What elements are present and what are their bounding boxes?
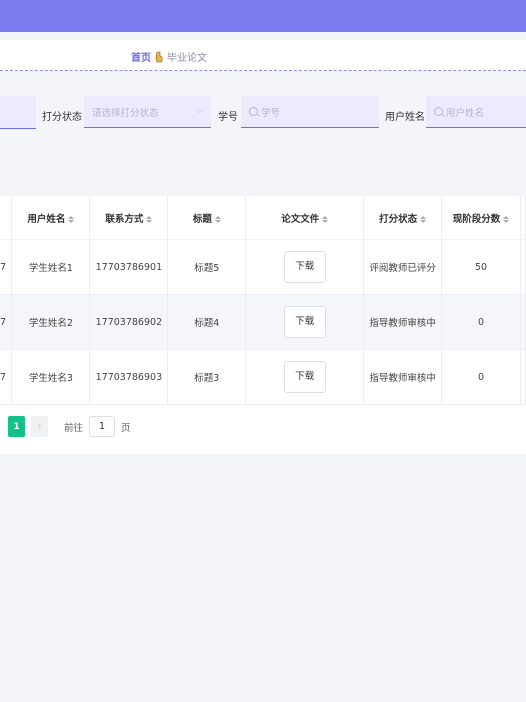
student-no-input[interactable]: 学号 bbox=[241, 96, 379, 128]
score-cell: 0 bbox=[441, 294, 521, 350]
phone-cell: 17703786902 bbox=[89, 294, 169, 350]
student-no-placeholder: 学号 bbox=[261, 107, 281, 119]
row-truncated-end bbox=[520, 239, 526, 295]
chevron-right-icon: › bbox=[37, 421, 42, 432]
breadcrumb-current: 毕业论文 bbox=[167, 53, 207, 64]
row-truncated-cell: 7 bbox=[0, 239, 13, 295]
download-button[interactable]: 下载 bbox=[283, 361, 326, 393]
column-header-truncated bbox=[0, 196, 13, 240]
download-button[interactable]: 下载 bbox=[283, 306, 326, 338]
student-name-cell: 学生姓名3 bbox=[11, 349, 91, 405]
status-filter-label: 打分状态 bbox=[42, 112, 82, 123]
row-truncated-end bbox=[520, 294, 526, 350]
file-cell: 下载 bbox=[245, 349, 365, 405]
title-cell: 标题3 bbox=[167, 349, 247, 405]
chevron-down-icon: ⌵ bbox=[196, 106, 203, 116]
table-row: 7 学生姓名1 17703786901 标题5 下载 评阅教师已评分 50 bbox=[0, 239, 526, 295]
sort-icon[interactable] bbox=[322, 215, 329, 223]
column-header-truncated bbox=[520, 196, 526, 240]
status-cell: 指导教师审核中 bbox=[363, 294, 443, 350]
download-button[interactable]: 下载 bbox=[283, 251, 326, 283]
file-cell: 下载 bbox=[245, 294, 365, 350]
status-cell: 评阅教师已评分 bbox=[363, 239, 443, 295]
sort-icon[interactable] bbox=[146, 215, 153, 223]
column-header[interactable]: 现阶段分数 bbox=[441, 196, 521, 240]
paper-table: 用户姓名 联系方式 标题 论文文件 打分状态 现阶段分数 7 学生姓名1 177… bbox=[0, 196, 526, 405]
username-placeholder: 用户姓名 bbox=[446, 107, 485, 119]
title-cell: 标题4 bbox=[167, 294, 247, 350]
table-header-row: 用户姓名 联系方式 标题 论文文件 打分状态 现阶段分数 bbox=[0, 196, 526, 240]
breadcrumb-home[interactable]: 首页 bbox=[131, 49, 151, 64]
table-row: 7 学生姓名3 17703786903 标题3 下载 指导教师审核中 0 bbox=[0, 349, 526, 405]
table-row: 7 学生姓名2 17703786902 标题4 下载 指导教师审核中 0 bbox=[0, 294, 526, 350]
pagination: 1 › 前往 1 页 bbox=[8, 416, 131, 437]
search-icon bbox=[434, 107, 443, 116]
title-cell: 标题5 bbox=[167, 239, 247, 295]
sort-icon[interactable] bbox=[420, 215, 427, 223]
student-no-label: 学号 bbox=[218, 112, 238, 123]
breadcrumb-bar: 首页 毕业论文 bbox=[0, 40, 526, 71]
row-truncated-cell: 7 bbox=[0, 349, 13, 405]
goto-page-input[interactable]: 1 bbox=[89, 416, 116, 437]
username-input[interactable]: 用户姓名 bbox=[426, 96, 526, 128]
status-cell: 指导教师审核中 bbox=[363, 349, 443, 405]
status-select-placeholder: 请选择打分状态 bbox=[92, 107, 159, 119]
sort-icon[interactable] bbox=[503, 215, 510, 223]
student-name-cell: 学生姓名1 bbox=[11, 239, 91, 295]
top-header-bar bbox=[0, 0, 526, 32]
sort-icon[interactable] bbox=[214, 215, 221, 223]
row-truncated-cell: 7 bbox=[0, 294, 13, 350]
phone-cell: 17703786903 bbox=[89, 349, 169, 405]
search-icon bbox=[249, 107, 258, 116]
column-header[interactable]: 打分状态 bbox=[363, 196, 443, 240]
next-page-button[interactable]: › bbox=[31, 416, 48, 437]
score-cell: 0 bbox=[441, 349, 521, 405]
breadcrumb: 首页 毕业论文 bbox=[131, 49, 207, 64]
column-header[interactable]: 用户姓名 bbox=[11, 196, 91, 240]
sort-icon[interactable] bbox=[68, 215, 75, 223]
page-button-current[interactable]: 1 bbox=[8, 416, 25, 437]
row-truncated-end bbox=[520, 349, 526, 405]
paper-table-container: 用户姓名 联系方式 标题 论文文件 打分状态 现阶段分数 7 学生姓名1 177… bbox=[0, 196, 526, 454]
filter-bar: 打分状态 请选择打分状态 ⌵ 学号 学号 用户姓名 用户姓名 bbox=[0, 92, 526, 132]
username-label: 用户姓名 bbox=[385, 112, 425, 123]
hand-icon bbox=[155, 51, 163, 63]
student-name-cell: 学生姓名2 bbox=[11, 294, 91, 350]
status-select[interactable]: 请选择打分状态 ⌵ bbox=[84, 96, 211, 128]
score-cell: 50 bbox=[441, 239, 521, 295]
goto-suffix: 页 bbox=[121, 422, 131, 434]
file-cell: 下载 bbox=[245, 239, 365, 295]
column-header[interactable]: 论文文件 bbox=[245, 196, 365, 240]
phone-cell: 17703786901 bbox=[89, 239, 169, 295]
column-header[interactable]: 标题 bbox=[167, 196, 247, 240]
truncated-filter-input[interactable] bbox=[0, 96, 36, 129]
column-header[interactable]: 联系方式 bbox=[89, 196, 169, 240]
goto-prefix: 前往 bbox=[64, 422, 84, 434]
